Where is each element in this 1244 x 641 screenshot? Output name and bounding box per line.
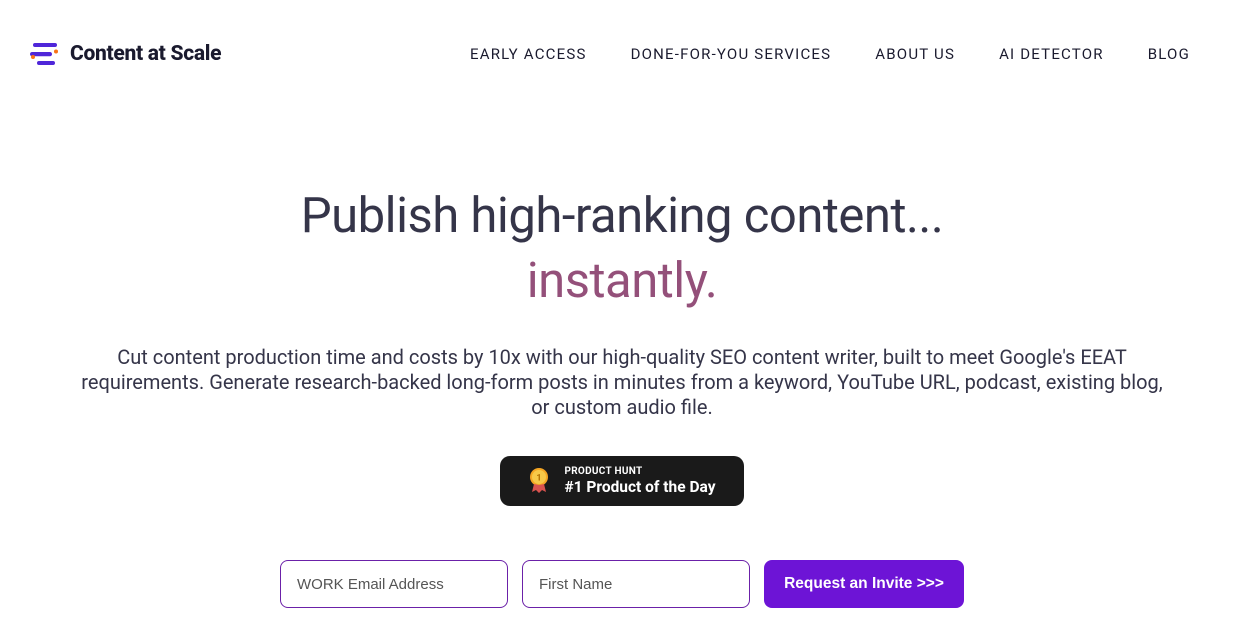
logo-text: Content at Scale bbox=[70, 42, 221, 66]
badge-text: PRODUCT HUNT #1 Product of the Day bbox=[564, 466, 715, 497]
primary-nav: EARLY ACCESS DONE-FOR-YOU SERVICES ABOUT… bbox=[470, 45, 1190, 63]
product-hunt-badge[interactable]: 1 PRODUCT HUNT #1 Product of the Day bbox=[500, 456, 743, 507]
email-field[interactable] bbox=[280, 560, 508, 608]
site-header: Content at Scale EARLY ACCESS DONE-FOR-Y… bbox=[0, 0, 1244, 66]
nav-ai-detector[interactable]: AI DETECTOR bbox=[999, 45, 1104, 63]
svg-text:1: 1 bbox=[537, 473, 542, 483]
medal-icon: 1 bbox=[528, 467, 550, 495]
first-name-field[interactable] bbox=[522, 560, 750, 608]
hero-section: Publish high-ranking content... instantl… bbox=[0, 66, 1244, 608]
nav-early-access[interactable]: EARLY ACCESS bbox=[470, 45, 587, 63]
request-invite-button[interactable]: Request an Invite >>> bbox=[764, 560, 964, 608]
headline-accent: instantly. bbox=[0, 252, 1244, 309]
badge-top-label: PRODUCT HUNT bbox=[564, 466, 715, 478]
invite-form: Request an Invite >>> bbox=[0, 560, 1244, 608]
headline: Publish high-ranking content... bbox=[0, 184, 1244, 248]
logo[interactable]: Content at Scale bbox=[30, 42, 221, 66]
subtext: Cut content production time and costs by… bbox=[37, 345, 1207, 420]
nav-done-for-you[interactable]: DONE-FOR-YOU SERVICES bbox=[631, 45, 832, 63]
badge-bottom-label: #1 Product of the Day bbox=[564, 478, 715, 497]
logo-icon bbox=[30, 42, 60, 66]
nav-blog[interactable]: BLOG bbox=[1148, 45, 1190, 63]
nav-about-us[interactable]: ABOUT US bbox=[875, 45, 955, 63]
